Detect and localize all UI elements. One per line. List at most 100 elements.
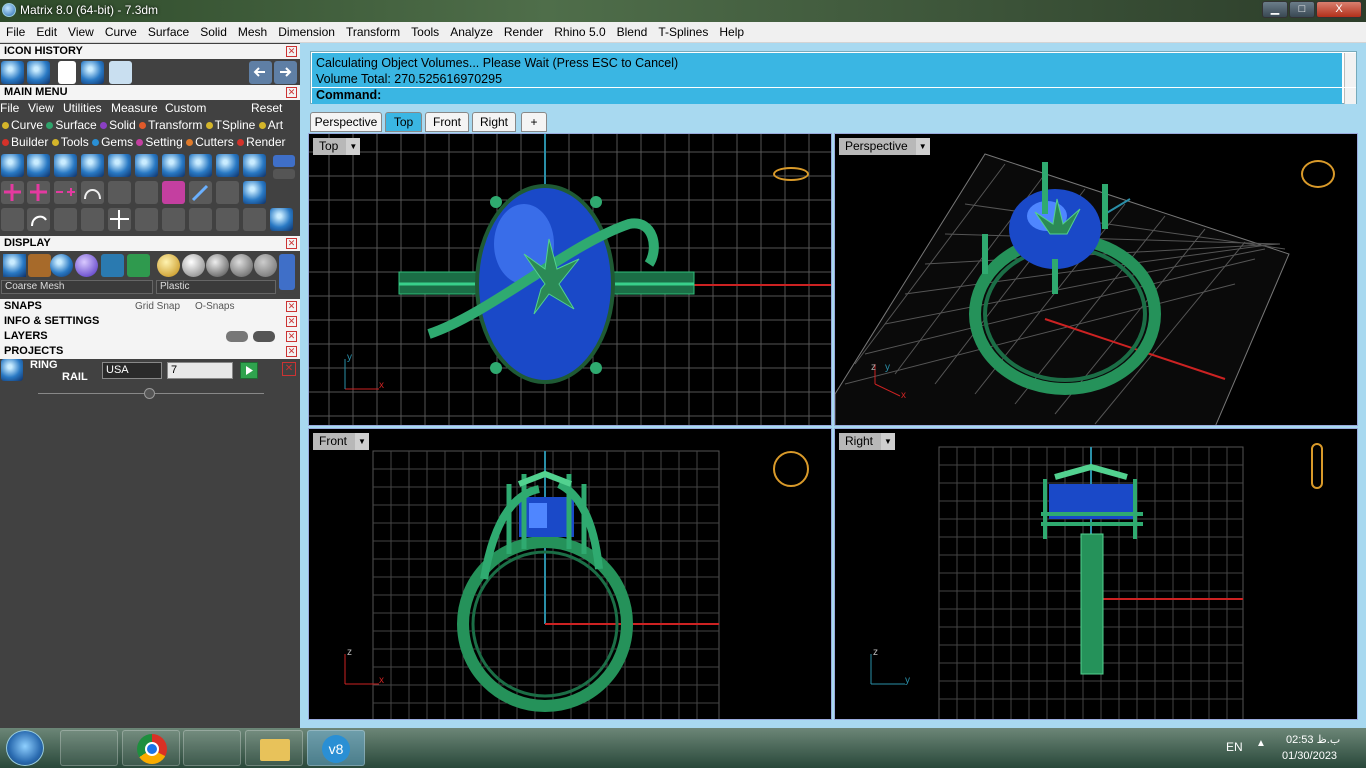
new-document-icon[interactable] [58, 61, 76, 84]
scrollbar[interactable] [1344, 53, 1356, 87]
maximize-button[interactable]: □ [1289, 1, 1315, 18]
start-button[interactable] [6, 730, 44, 766]
main-menu-header[interactable]: MAIN MENU ✕ [0, 85, 300, 100]
tray-expand-icon[interactable]: ▲ [1256, 738, 1266, 749]
tab-front[interactable]: Front [425, 112, 469, 132]
taskbar-matrix-icon[interactable]: v8 [307, 730, 365, 766]
shank-icon[interactable] [243, 154, 266, 177]
prong-icon[interactable] [216, 154, 239, 177]
menu-transform[interactable]: Transform [340, 22, 405, 39]
close-icon[interactable]: ✕ [286, 331, 297, 342]
tab-right[interactable]: Right [472, 112, 516, 132]
o-snaps-toggle[interactable]: O-Snaps [195, 299, 234, 314]
plus-icon[interactable] [27, 181, 50, 204]
icon-history-header[interactable]: ICON HISTORY ✕ [0, 44, 300, 59]
split-icon[interactable] [216, 208, 239, 231]
taskbar-chrome-icon[interactable] [122, 730, 180, 766]
lock-tool-icon[interactable] [81, 61, 104, 84]
grid-icon[interactable] [127, 254, 150, 277]
boolean-icon[interactable] [162, 181, 185, 204]
taskbar-calculator-icon[interactable] [183, 730, 241, 766]
display-toggle-icon[interactable] [279, 254, 295, 290]
menu-tools[interactable]: Tools [405, 22, 444, 39]
menu-edit[interactable]: Edit [30, 22, 62, 39]
mm-utilities[interactable]: Utilities [63, 101, 102, 115]
cat-builder[interactable]: Builder [2, 135, 48, 149]
cat-cutters[interactable]: Cutters [186, 135, 234, 149]
menu-blend[interactable]: Blend [611, 22, 653, 39]
bezel-icon[interactable] [189, 154, 212, 177]
array-icon[interactable] [162, 208, 185, 231]
toggle-icon[interactable] [273, 155, 295, 167]
menu-view[interactable]: View [62, 22, 99, 39]
collapse-handle[interactable] [144, 388, 155, 399]
viewport-top[interactable]: Top ▼ y x [308, 133, 832, 426]
mesh-quality-select[interactable]: Coarse Mesh [1, 280, 153, 294]
copy-icon[interactable] [135, 208, 158, 231]
language-indicator[interactable]: EN [1226, 740, 1243, 754]
viewport-label-top[interactable]: Top ▼ [313, 138, 361, 155]
scale-icon[interactable] [108, 181, 131, 204]
taskbar-paint-icon[interactable] [60, 730, 118, 766]
ring-standard-field[interactable]: USA [102, 362, 162, 379]
wireframe-icon[interactable] [3, 254, 26, 277]
loft-icon[interactable] [108, 154, 131, 177]
menu-solid[interactable]: Solid [194, 22, 232, 39]
close-icon[interactable]: ✕ [286, 301, 297, 312]
rotate-icon[interactable] [27, 208, 50, 231]
mm-reset[interactable]: Reset [251, 101, 282, 115]
cat-render[interactable]: Render [237, 135, 286, 149]
menu-surface[interactable]: Surface [142, 22, 194, 39]
sphere-icon[interactable] [243, 181, 266, 204]
silver-sphere-icon[interactable] [182, 254, 205, 277]
menu-mesh[interactable]: Mesh [232, 22, 272, 39]
cat-curve[interactable]: Curve [2, 118, 43, 132]
link-icon[interactable] [189, 208, 212, 231]
cat-art[interactable]: Art [258, 118, 283, 132]
display-header[interactable]: DISPLAY ✕ [0, 236, 300, 251]
taskbar-folder-icon[interactable] [245, 730, 303, 766]
arrow-left-icon[interactable] [249, 61, 272, 84]
matte-sphere-icon[interactable] [230, 254, 253, 277]
menu-dimension[interactable]: Dimension [272, 22, 340, 39]
close-icon[interactable]: ✕ [286, 238, 297, 249]
cat-setting[interactable]: Setting [136, 135, 183, 149]
eye-icon[interactable] [253, 331, 275, 342]
ring-rail-icon[interactable] [1, 359, 23, 381]
viewport-perspective[interactable]: Perspective ▼ z y x [834, 133, 1358, 426]
grid-snap-toggle[interactable]: Grid Snap [135, 299, 180, 314]
add-tab-button[interactable]: + [521, 112, 547, 132]
cutter-icon[interactable] [162, 154, 185, 177]
mirror-icon[interactable] [81, 208, 104, 231]
command-input[interactable]: Command: [312, 88, 1342, 104]
mm-view[interactable]: View [28, 101, 54, 115]
viewport-right[interactable]: Right ▼ z y [834, 428, 1358, 720]
menu-help[interactable]: Help [713, 22, 749, 39]
ring-size-select[interactable]: 7 [167, 362, 233, 379]
chrome-sphere-icon[interactable] [206, 254, 229, 277]
arc-icon[interactable] [81, 181, 104, 204]
toggle-icon[interactable] [273, 169, 295, 179]
blocks-icon[interactable] [1, 208, 24, 231]
menu-file[interactable]: File [0, 22, 30, 39]
circle-icon[interactable] [1, 154, 24, 177]
close-icon[interactable]: ✕ [286, 316, 297, 327]
minus-plus-icon[interactable] [54, 181, 77, 204]
play-icon[interactable] [240, 362, 258, 379]
pencil-icon[interactable] [189, 181, 212, 204]
clock-time[interactable]: 02:53 ب.ظ [1286, 733, 1340, 746]
cat-tools[interactable]: Tools [51, 135, 89, 149]
mm-measure[interactable]: Measure [111, 101, 158, 115]
cat-transform[interactable]: Transform [139, 118, 202, 132]
gem-icon[interactable] [135, 154, 158, 177]
cat-tspline[interactable]: TSpline [205, 118, 255, 132]
menu-analyze[interactable]: Analyze [444, 22, 498, 39]
menu-rhino[interactable]: Rhino 5.0 [548, 22, 610, 39]
circle-tool-icon[interactable] [1, 61, 24, 84]
gold-sphere-icon[interactable] [157, 254, 180, 277]
close-button[interactable]: X [1316, 1, 1362, 18]
render-sphere-icon[interactable] [50, 254, 73, 277]
menu-tsplines[interactable]: T-Splines [652, 22, 713, 39]
mm-custom[interactable]: Custom [165, 101, 206, 115]
open-folder-icon[interactable] [109, 61, 132, 84]
